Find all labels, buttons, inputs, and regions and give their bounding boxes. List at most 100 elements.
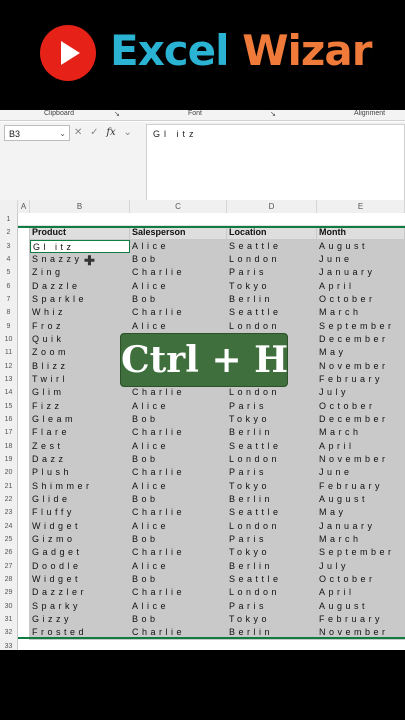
location-cell[interactable]: Seattle	[227, 306, 317, 320]
month-cell[interactable]: January	[317, 266, 405, 280]
salesperson-cell[interactable]: Charlie	[130, 306, 227, 320]
salesperson-cell[interactable]: Bob	[130, 612, 227, 627]
product-cell[interactable]: Quik	[30, 332, 130, 347]
product-cell[interactable]: Plush	[30, 466, 130, 480]
row-number[interactable]: 1	[0, 213, 18, 227]
product-cell[interactable]: Flare	[30, 426, 130, 440]
product-cell[interactable]: Shimmer	[30, 479, 130, 493]
month-cell[interactable]: October	[317, 292, 405, 307]
month-cell[interactable]: June	[317, 252, 405, 267]
location-cell[interactable]: Tokyo	[227, 279, 317, 293]
location-cell[interactable]: London	[227, 252, 317, 267]
cell[interactable]	[18, 519, 30, 533]
row-number[interactable]: 4	[0, 252, 18, 267]
month-cell[interactable]: April	[317, 586, 405, 600]
product-cell[interactable]: Gl itz	[30, 239, 130, 253]
salesperson-cell[interactable]: Bob	[130, 292, 227, 307]
column-header-b[interactable]: B	[30, 200, 130, 213]
salesperson-cell[interactable]: Bob	[130, 412, 227, 427]
row-number[interactable]: 11	[0, 346, 18, 360]
cell[interactable]	[18, 452, 30, 467]
cell[interactable]	[18, 599, 30, 613]
salesperson-cell[interactable]: Bob	[130, 492, 227, 507]
cell[interactable]	[18, 359, 30, 373]
row-number[interactable]: 23	[0, 506, 18, 520]
select-all-corner[interactable]	[0, 200, 18, 213]
row-number[interactable]: 27	[0, 559, 18, 573]
product-cell[interactable]: Froz	[30, 319, 130, 333]
month-cell[interactable]: September	[317, 546, 405, 560]
location-cell[interactable]: London	[227, 519, 317, 533]
row-number[interactable]: 13	[0, 372, 18, 387]
column-header-d[interactable]: D	[227, 200, 317, 213]
location-cell[interactable]: London	[227, 452, 317, 467]
salesperson-cell[interactable]: Charlie	[130, 466, 227, 480]
month-cell[interactable]: September	[317, 319, 405, 333]
row-number[interactable]: 31	[0, 612, 18, 627]
month-cell[interactable]: March	[317, 306, 405, 320]
month-cell[interactable]: July	[317, 386, 405, 400]
month-cell[interactable]: October	[317, 399, 405, 413]
month-cell[interactable]: August	[317, 599, 405, 613]
product-cell[interactable]: Zest	[30, 439, 130, 453]
header-month[interactable]: Month	[317, 226, 405, 240]
salesperson-cell[interactable]: Alice	[130, 479, 227, 493]
salesperson-cell[interactable]: Bob	[130, 532, 227, 547]
cancel-icon[interactable]: ✕	[74, 127, 82, 138]
product-cell[interactable]: Fizz	[30, 399, 130, 413]
header-salesperson[interactable]: Salesperson	[130, 226, 227, 240]
product-cell[interactable]: Fluffy	[30, 506, 130, 520]
cell[interactable]	[18, 226, 30, 240]
cell[interactable]	[18, 399, 30, 413]
month-cell[interactable]: November	[317, 452, 405, 467]
location-cell[interactable]: Berlin	[227, 426, 317, 440]
location-cell[interactable]: Paris	[227, 532, 317, 547]
salesperson-cell[interactable]: Alice	[130, 239, 227, 253]
formula-input[interactable]: Gl itz	[146, 124, 405, 206]
month-cell[interactable]: February	[317, 479, 405, 493]
salesperson-cell[interactable]: Alice	[130, 519, 227, 533]
salesperson-cell[interactable]: Charlie	[130, 586, 227, 600]
row-number[interactable]: 32	[0, 626, 18, 640]
salesperson-cell[interactable]: Charlie	[130, 386, 227, 400]
cell[interactable]	[130, 213, 227, 227]
salesperson-cell[interactable]: Alice	[130, 559, 227, 573]
column-header-c[interactable]: C	[130, 200, 227, 213]
product-cell[interactable]: Sparky	[30, 599, 130, 613]
location-cell[interactable]: Berlin	[227, 492, 317, 507]
row-number[interactable]: 33	[0, 639, 18, 650]
salesperson-cell[interactable]: Charlie	[130, 506, 227, 520]
cell[interactable]	[18, 466, 30, 480]
location-cell[interactable]: Berlin	[227, 559, 317, 573]
cell[interactable]	[18, 426, 30, 440]
product-cell[interactable]: Glim	[30, 386, 130, 400]
cell[interactable]	[18, 252, 30, 267]
salesperson-cell[interactable]: Alice	[130, 599, 227, 613]
cell[interactable]	[18, 439, 30, 453]
cell[interactable]	[18, 532, 30, 547]
cell[interactable]	[18, 372, 30, 387]
product-cell[interactable]: Sparkle	[30, 292, 130, 307]
row-number[interactable]: 8	[0, 306, 18, 320]
row-number[interactable]: 7	[0, 292, 18, 307]
cell[interactable]	[18, 386, 30, 400]
row-number[interactable]: 26	[0, 546, 18, 560]
cell[interactable]	[18, 332, 30, 347]
month-cell[interactable]: March	[317, 426, 405, 440]
product-cell[interactable]: Blizz	[30, 359, 130, 373]
row-number[interactable]: 30	[0, 599, 18, 613]
location-cell[interactable]: London	[227, 386, 317, 400]
cell[interactable]	[227, 213, 317, 227]
dialog-launcher-icon[interactable]: ↘	[270, 110, 276, 118]
month-cell[interactable]: March	[317, 532, 405, 547]
cell[interactable]	[18, 492, 30, 507]
product-cell[interactable]: Snazzy	[30, 252, 130, 267]
product-cell[interactable]: Gleam	[30, 412, 130, 427]
row-number[interactable]: 17	[0, 426, 18, 440]
cell[interactable]	[18, 506, 30, 520]
row-number[interactable]: 28	[0, 572, 18, 587]
product-cell[interactable]: Zoom	[30, 346, 130, 360]
cell[interactable]	[18, 266, 30, 280]
row-number[interactable]: 14	[0, 386, 18, 400]
location-cell[interactable]: London	[227, 586, 317, 600]
